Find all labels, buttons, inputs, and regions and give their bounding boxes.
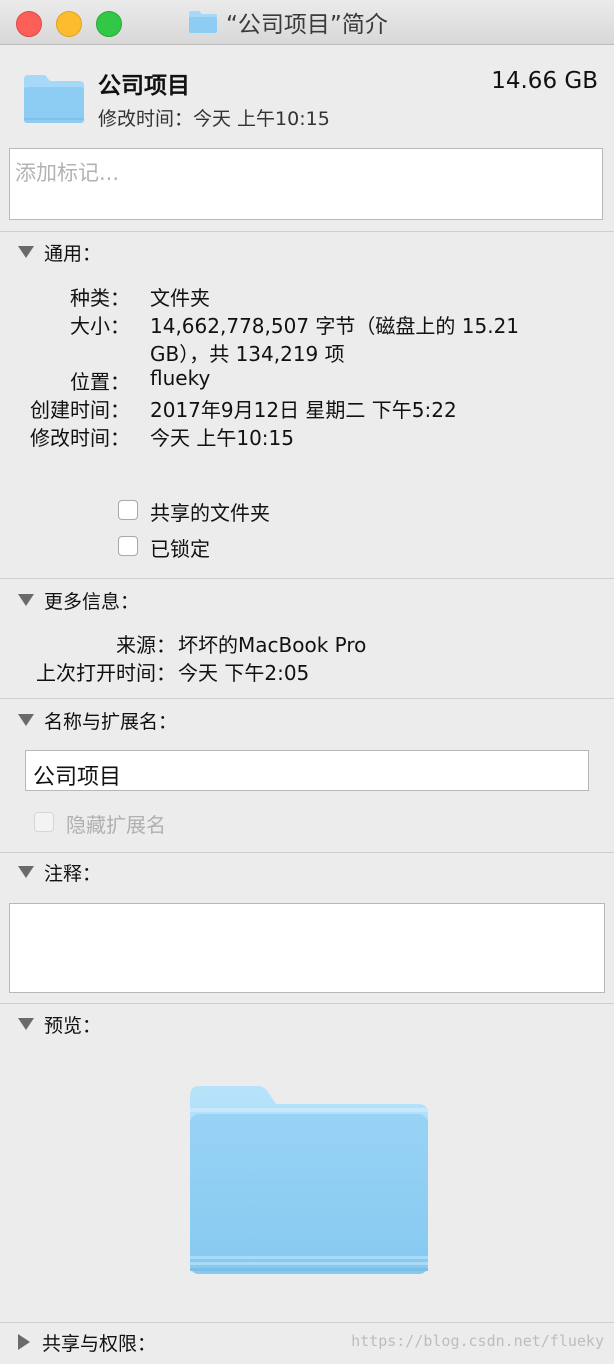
section-preview-label: 预览： (44, 1014, 102, 1037)
folder-icon (189, 11, 217, 33)
section-name-ext-label: 名称与扩展名： (44, 710, 178, 733)
location-key: 位置： (70, 370, 130, 394)
section-general-header[interactable]: 通用： (18, 238, 101, 266)
folder-preview-icon (190, 1086, 428, 1274)
minimize-button[interactable] (56, 11, 82, 37)
size-value-cont: GB），共 134,219 项 (150, 342, 345, 366)
created-value: 2017年9月12日 星期二 下午5:22 (150, 398, 457, 422)
name-input[interactable]: 公司项目 (25, 750, 589, 791)
disclosure-triangle-icon (18, 866, 34, 878)
window-title: “公司项目”简介 (188, 6, 388, 38)
modified-date: 修改时间：今天 上午10:15 (98, 108, 330, 130)
source-key: 来源： (116, 633, 176, 657)
location-value: flueky (150, 366, 211, 390)
disclosure-triangle-icon (18, 246, 34, 258)
close-button[interactable] (16, 11, 42, 37)
zoom-button[interactable] (96, 11, 122, 37)
watermark: https://blog.csdn.net/flueky (351, 1332, 604, 1350)
divider (0, 231, 614, 232)
info-header: 公司项目 14.66 GB 修改时间：今天 上午10:15 (0, 44, 614, 140)
modified-value: 今天 上午10:15 (150, 426, 294, 450)
section-sharing-header[interactable]: 共享与权限： (18, 1328, 156, 1356)
shared-folder-label: 共享的文件夹 (150, 501, 270, 525)
section-more-info-label: 更多信息： (44, 590, 140, 613)
source-value: 坏坏的MacBook Pro (178, 633, 367, 657)
section-general-label: 通用： (44, 242, 102, 265)
folder-icon (24, 75, 84, 123)
shared-folder-checkbox[interactable] (118, 500, 138, 520)
divider (0, 578, 614, 579)
divider (0, 1322, 614, 1323)
title-bar: “公司项目”简介 (0, 0, 614, 45)
window-title-text: “公司项目”简介 (226, 12, 388, 38)
disclosure-triangle-icon (18, 714, 34, 726)
comments-textarea[interactable] (9, 903, 605, 993)
section-comments-label: 注释： (44, 862, 102, 885)
created-key: 创建时间： (30, 398, 130, 422)
size-key: 大小： (70, 314, 130, 338)
size-value: 14,662,778,507 字节（磁盘上的 15.21 (150, 314, 520, 338)
file-size: 14.66 GB (491, 68, 598, 94)
last-opened-key: 上次打开时间： (36, 661, 176, 685)
kind-key: 种类： (70, 286, 130, 310)
section-sharing-label: 共享与权限： (42, 1332, 157, 1355)
hide-extension-checkbox[interactable] (34, 812, 54, 832)
section-preview-header[interactable]: 预览： (18, 1010, 101, 1038)
modified-key: 修改时间： (30, 426, 130, 450)
disclosure-triangle-icon (18, 1334, 30, 1350)
tags-placeholder: 添加标记... (15, 161, 120, 185)
last-opened-value: 今天 下午2:05 (178, 661, 310, 685)
locked-checkbox[interactable] (118, 536, 138, 556)
tags-field[interactable]: 添加标记... (9, 148, 603, 220)
locked-label: 已锁定 (150, 537, 210, 561)
kind-value: 文件夹 (150, 286, 210, 310)
file-name: 公司项目 (98, 73, 190, 99)
hide-extension-label: 隐藏扩展名 (66, 813, 166, 837)
divider (0, 852, 614, 853)
divider (0, 698, 614, 699)
disclosure-triangle-icon (18, 1018, 34, 1030)
divider (0, 1003, 614, 1004)
section-comments-header[interactable]: 注释： (18, 858, 101, 886)
section-more-info-header[interactable]: 更多信息： (18, 586, 139, 614)
section-name-ext-header[interactable]: 名称与扩展名： (18, 706, 177, 734)
disclosure-triangle-icon (18, 594, 34, 606)
